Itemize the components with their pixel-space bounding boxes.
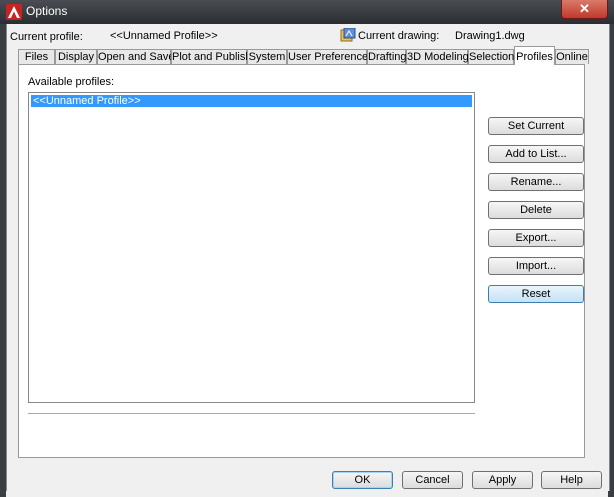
apply-button[interactable]: Apply bbox=[472, 471, 533, 489]
dialog-client-area: Current profile: <<Unnamed Profile>> Cur… bbox=[6, 24, 610, 491]
help-button[interactable]: Help bbox=[541, 471, 602, 489]
add-to-list-button[interactable]: Add to List... bbox=[488, 145, 584, 163]
delete-button[interactable]: Delete bbox=[488, 201, 584, 219]
tab-open-and-save[interactable]: Open and Save bbox=[97, 49, 174, 64]
current-profile-value: <<Unnamed Profile>> bbox=[110, 30, 218, 42]
profiles-listbox[interactable]: <<Unnamed Profile>> bbox=[28, 92, 475, 403]
tab-plot-and-publish[interactable]: Plot and Publish bbox=[171, 49, 252, 64]
export-button[interactable]: Export... bbox=[488, 229, 584, 247]
options-dialog: Options ✕ Current profile: <<Unnamed Pro… bbox=[0, 0, 614, 497]
tab-3d-modeling[interactable]: 3D Modeling bbox=[406, 49, 469, 64]
tab-online[interactable]: Online bbox=[555, 49, 589, 64]
current-drawing-label: Current drawing: bbox=[358, 30, 440, 42]
tab-profiles[interactable]: Profiles bbox=[514, 46, 555, 65]
current-drawing-value: Drawing1.dwg bbox=[455, 30, 525, 42]
profiles-panel: Available profiles: <<Unnamed Profile>> … bbox=[18, 64, 585, 458]
tab-files[interactable]: Files bbox=[18, 49, 55, 64]
tab-user-preferences[interactable]: User Preferences bbox=[287, 49, 374, 64]
window-title: Options bbox=[26, 4, 68, 18]
import-button[interactable]: Import... bbox=[488, 257, 584, 275]
profile-list-item[interactable]: <<Unnamed Profile>> bbox=[31, 95, 472, 107]
available-profiles-label: Available profiles: bbox=[28, 76, 115, 88]
rename-button[interactable]: Rename... bbox=[488, 173, 584, 191]
set-current-button[interactable]: Set Current bbox=[488, 117, 584, 135]
profile-description-area bbox=[28, 413, 475, 452]
cancel-button[interactable]: Cancel bbox=[402, 471, 463, 489]
title-bar[interactable]: Options ✕ bbox=[0, 0, 614, 24]
current-profile-label: Current profile: bbox=[10, 31, 83, 43]
tab-drafting[interactable]: Drafting bbox=[367, 49, 407, 64]
close-icon: ✕ bbox=[579, 1, 590, 16]
tab-selection[interactable]: Selection bbox=[468, 49, 514, 64]
autocad-logo-icon bbox=[6, 4, 22, 20]
tab-display[interactable]: Display bbox=[55, 49, 97, 64]
close-button[interactable]: ✕ bbox=[561, 0, 608, 19]
drawing-file-icon bbox=[340, 27, 356, 42]
reset-button[interactable]: Reset bbox=[488, 285, 584, 303]
ok-button[interactable]: OK bbox=[332, 471, 393, 489]
tab-system[interactable]: System bbox=[247, 49, 287, 64]
